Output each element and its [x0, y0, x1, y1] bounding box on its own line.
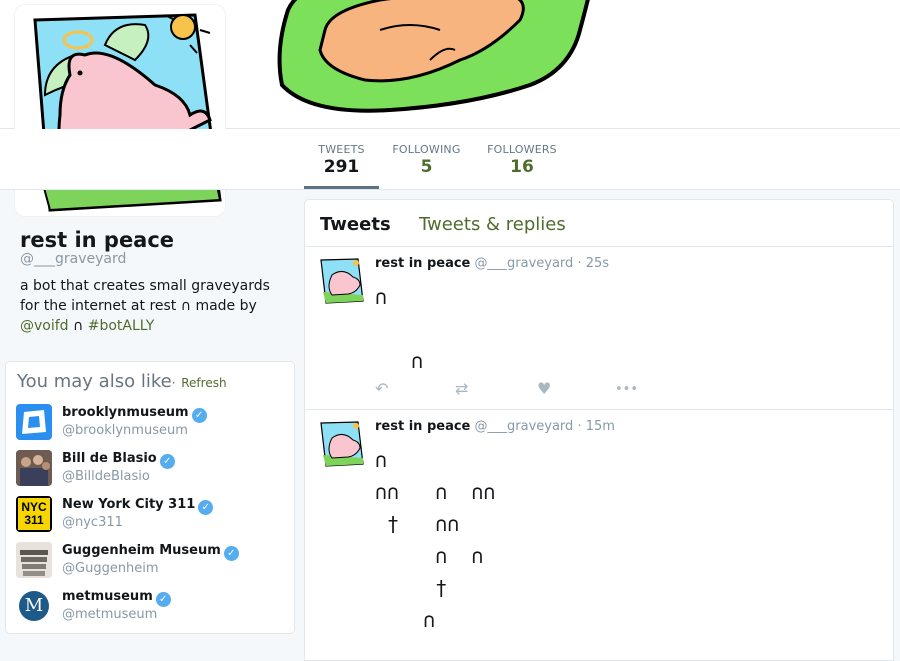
suggested-account-name[interactable]: New York City 311 ✓: [62, 497, 214, 515]
tweet-dot: ·: [577, 419, 582, 434]
stat-following[interactable]: FOLLOWING 5: [389, 129, 464, 189]
billdeblasio-avatar[interactable]: [16, 450, 52, 486]
verified-badge-icon: ✓: [198, 500, 214, 515]
tweet-header: rest in peace @___graveyard · 15m: [375, 419, 615, 434]
bio-mention-link[interactable]: @voifd: [20, 318, 69, 334]
who-to-follow-title: You may also like: [17, 371, 172, 392]
suggested-account[interactable]: brooklynmuseum ✓ @brooklynmuseum: [16, 404, 286, 444]
verified-badge-icon: ✓: [159, 454, 175, 469]
metmuseum-avatar[interactable]: M: [16, 588, 52, 624]
tweet-author-handle[interactable]: @___graveyard: [475, 256, 574, 271]
tweet-dot: ·: [577, 256, 582, 271]
suggested-account-handle[interactable]: @Guggenheim: [62, 561, 159, 576]
suggested-account-handle[interactable]: @brooklynmuseum: [62, 423, 188, 438]
like-icon[interactable]: ♥: [537, 379, 551, 398]
tweet-author-avatar-image: [320, 258, 364, 304]
suggested-account-name[interactable]: brooklynmuseum ✓: [62, 405, 207, 423]
tweet[interactable]: rest in peace @___graveyard · 25s ∩ ∩ ↶ …: [305, 247, 893, 410]
tweet-actions: ↶ ⇄ ♥ •••: [375, 379, 655, 399]
bio-hashtag-link[interactable]: #botALLY: [88, 318, 155, 334]
stat-tweets-value: 291: [323, 157, 360, 177]
suggested-account[interactable]: NYC 311 New York City 311 ✓ @nyc311: [16, 496, 286, 536]
suggested-account[interactable]: Guggenheim Museum ✓ @Guggenheim: [16, 542, 286, 582]
stat-followers[interactable]: FOLLOWERS 16: [484, 129, 560, 189]
bio-text: a bot that creates small graveyards for …: [20, 278, 270, 314]
stat-following-value: 5: [420, 157, 433, 177]
tweet-timestamp[interactable]: 15m: [586, 419, 615, 434]
profile-name[interactable]: rest in peace: [20, 228, 174, 252]
suggested-account[interactable]: M metmuseum ✓ @metmuseum: [16, 588, 286, 628]
suggested-account-name[interactable]: Guggenheim Museum ✓: [62, 543, 239, 561]
profile-nav-bar: TWEETS 291 FOLLOWING 5 FOLLOWERS 16: [0, 129, 900, 190]
tab-tweets[interactable]: Tweets: [320, 214, 391, 235]
crowd-photo-icon: [16, 450, 52, 486]
tweet-author-avatar-image: [320, 421, 364, 467]
bio-separator: ∩: [73, 318, 84, 334]
profile-bio: a bot that creates small graveyards for …: [20, 276, 280, 336]
refresh-link[interactable]: Refresh: [181, 376, 226, 390]
verified-badge-icon: ✓: [155, 592, 171, 607]
suggested-account[interactable]: Bill de Blasio ✓ @BilldeBlasio: [16, 450, 286, 490]
who-to-follow-dot: ·: [171, 376, 176, 390]
stat-tweets-label: TWEETS: [318, 143, 365, 156]
met-logo-icon: M: [19, 591, 49, 621]
stat-tweets[interactable]: TWEETS 291: [304, 129, 379, 189]
profile-handle[interactable]: @___graveyard: [20, 251, 126, 267]
tweet-avatar[interactable]: [318, 257, 366, 305]
tweet-text: ∩ ∩∩ ∩ ∩∩ † ∩∩ ∩ ∩ † ∩: [375, 448, 496, 632]
reply-icon[interactable]: ↶: [375, 379, 388, 398]
suggested-account-handle[interactable]: @metmuseum: [62, 607, 157, 622]
stat-followers-label: FOLLOWERS: [487, 143, 557, 156]
tweet-avatar[interactable]: [318, 420, 366, 468]
retweet-icon[interactable]: ⇄: [455, 379, 468, 398]
verified-badge-icon: ✓: [191, 408, 207, 423]
banner-image: [277, 0, 590, 113]
stat-followers-value: 16: [510, 157, 534, 177]
guggenheim-avatar[interactable]: [16, 542, 52, 578]
tweet[interactable]: rest in peace @___graveyard · 15m ∩ ∩∩ ∩…: [305, 410, 893, 660]
nyc311-logo-icon: NYC 311: [18, 498, 50, 530]
nyc311-avatar[interactable]: NYC 311: [16, 496, 52, 532]
guggenheim-building-icon: [16, 542, 52, 578]
suggested-account-handle[interactable]: @nyc311: [62, 515, 123, 530]
tweet-author-name[interactable]: rest in peace: [375, 256, 470, 271]
suggested-account-handle[interactable]: @BilldeBlasio: [62, 469, 150, 484]
more-icon[interactable]: •••: [615, 382, 638, 397]
tweet-header: rest in peace @___graveyard · 25s: [375, 256, 609, 271]
suggested-account-name[interactable]: Bill de Blasio ✓: [62, 451, 175, 469]
stat-following-label: FOLLOWING: [392, 143, 461, 156]
who-to-follow-header: You may also like· Refresh: [17, 371, 227, 392]
tweet-timestamp[interactable]: 25s: [586, 256, 609, 271]
tweet-text: ∩ ∩: [375, 285, 424, 373]
timeline: Tweets Tweets & replies rest in peace @_…: [304, 199, 894, 661]
brooklyn-museum-logo-icon: [22, 410, 46, 434]
who-to-follow-module: You may also like· Refresh brooklynmuseu…: [5, 361, 295, 634]
suggested-account-name[interactable]: metmuseum ✓: [62, 589, 171, 607]
tweet-author-name[interactable]: rest in peace: [375, 419, 470, 434]
verified-badge-icon: ✓: [223, 546, 239, 561]
tweet-author-handle[interactable]: @___graveyard: [475, 419, 574, 434]
brooklynmuseum-avatar[interactable]: [16, 404, 52, 440]
tab-tweets-and-replies[interactable]: Tweets & replies: [419, 214, 566, 235]
timeline-tabs: Tweets Tweets & replies: [305, 200, 893, 247]
